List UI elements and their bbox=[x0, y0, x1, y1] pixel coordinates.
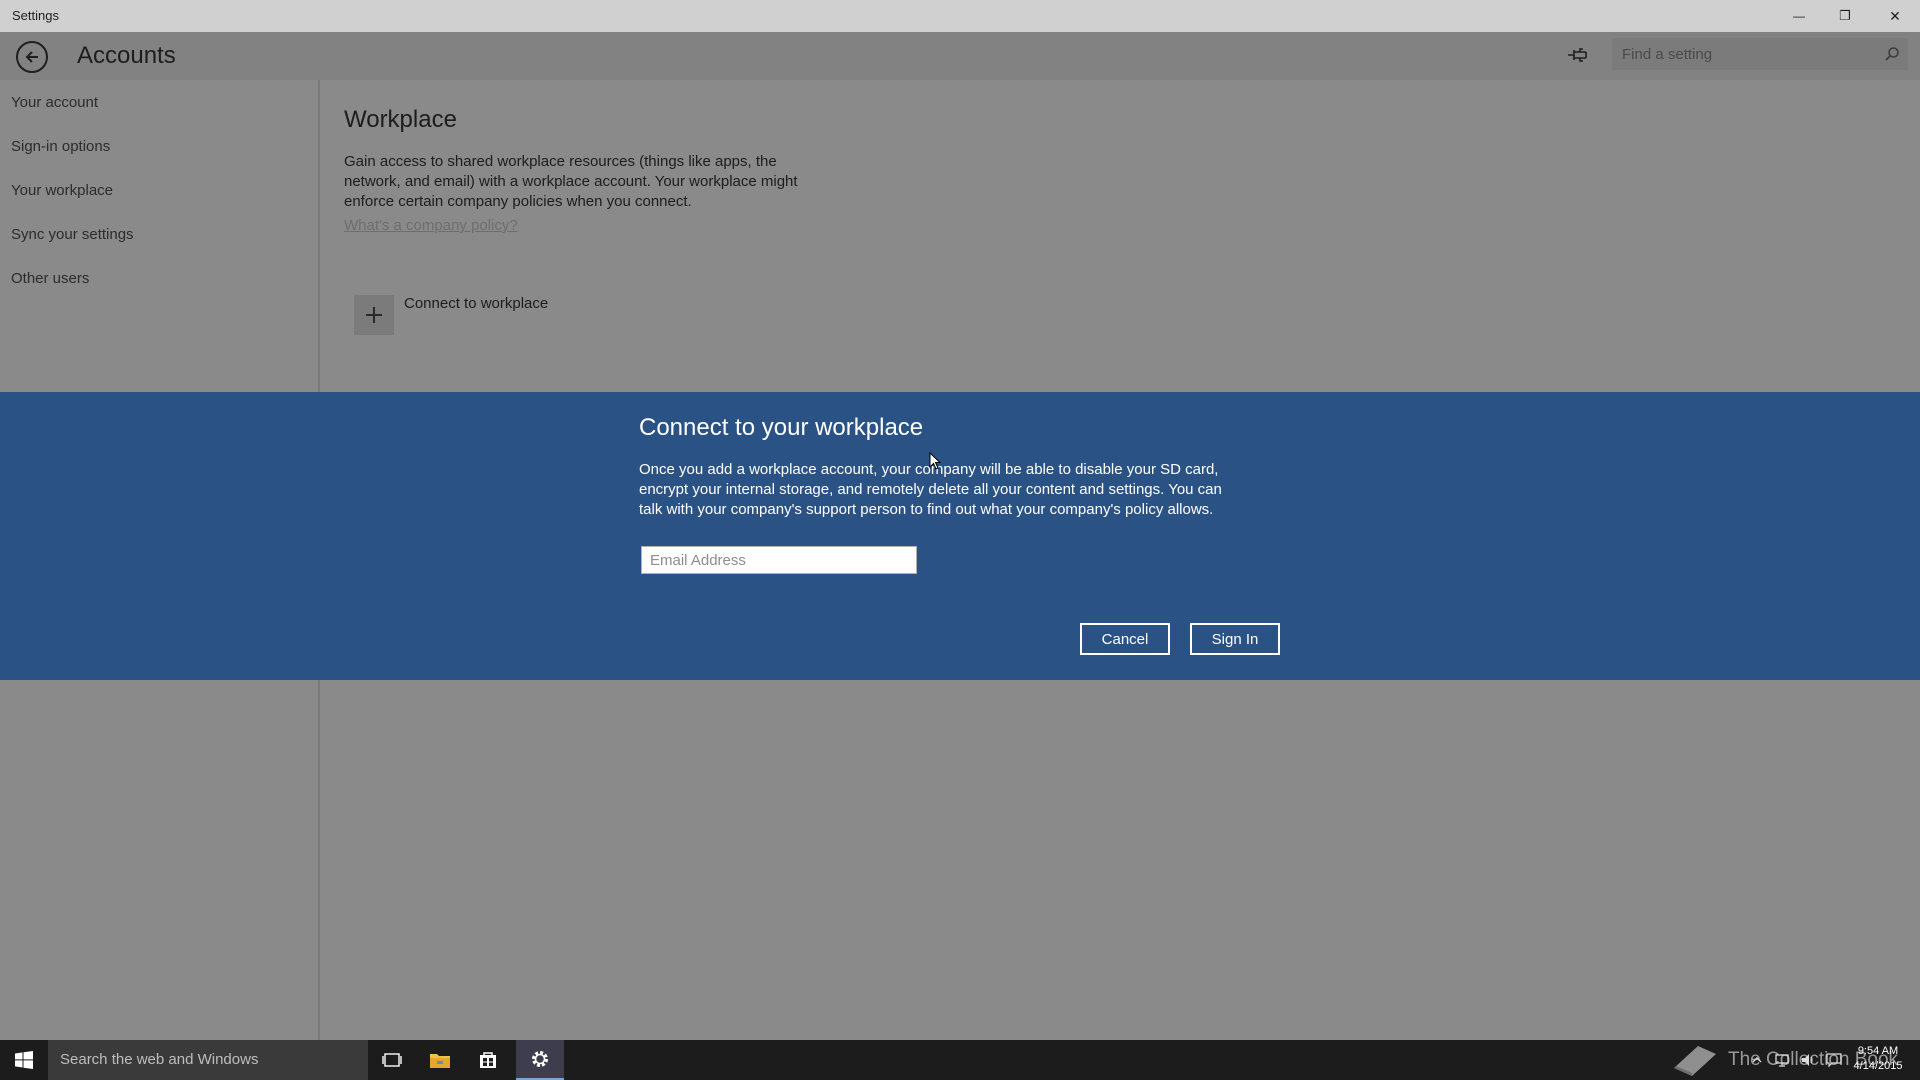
taskbar: Search the web and Windows The Collectio… bbox=[0, 1040, 1920, 1080]
clock-time: 9:54 AM bbox=[1857, 1045, 1899, 1057]
windows-logo-icon bbox=[15, 1051, 33, 1069]
restore-icon: ❐ bbox=[1839, 8, 1851, 23]
store-icon bbox=[480, 1052, 496, 1068]
back-arrow-icon bbox=[25, 51, 38, 63]
restore-button[interactable]: ❐ bbox=[1822, 0, 1868, 32]
minimize-icon: — bbox=[1793, 9, 1805, 23]
plus-icon bbox=[366, 307, 382, 323]
company-policy-link[interactable]: What's a company policy? bbox=[344, 217, 518, 234]
book-icon bbox=[1674, 1046, 1716, 1076]
taskbar-search-box[interactable]: Search the web and Windows bbox=[48, 1040, 368, 1080]
clock-date: 4/14/2015 bbox=[1853, 1060, 1903, 1072]
volume-icon[interactable] bbox=[1800, 1052, 1816, 1068]
search-icon[interactable] bbox=[1884, 46, 1900, 62]
workplace-description: Gain access to shared workplace resource… bbox=[344, 153, 798, 210]
close-icon: ✕ bbox=[1889, 7, 1901, 24]
sidebar-item-your-account[interactable]: Your account bbox=[11, 94, 98, 111]
taskbar-search-text: Search the web and Windows bbox=[60, 1051, 259, 1068]
settings-header: Accounts bbox=[0, 32, 1920, 80]
dialog-title: Connect to your workplace bbox=[639, 414, 924, 441]
network-icon[interactable] bbox=[1774, 1052, 1790, 1068]
sign-in-button[interactable]: Sign In bbox=[1190, 623, 1280, 655]
connect-workplace-dialog: Connect to your workplace Once you add a… bbox=[0, 392, 1920, 680]
minimize-button[interactable]: — bbox=[1776, 0, 1822, 32]
settings-taskbar-button[interactable] bbox=[516, 1040, 564, 1080]
plus-tile bbox=[354, 295, 394, 335]
email-field[interactable] bbox=[641, 546, 917, 574]
settings-icon bbox=[532, 1051, 548, 1067]
connect-to-workplace-button[interactable]: Connect to workplace bbox=[354, 295, 548, 335]
start-button[interactable] bbox=[0, 1040, 48, 1080]
sidebar-item-sync-settings[interactable]: Sync your settings bbox=[11, 226, 134, 243]
close-button[interactable]: ✕ bbox=[1872, 0, 1918, 32]
taskbar-clock[interactable]: 9:54 AM 4/14/2015 bbox=[1848, 1044, 1908, 1074]
store-button[interactable] bbox=[464, 1040, 512, 1080]
file-explorer-icon bbox=[430, 1054, 450, 1068]
connect-label: Connect to workplace bbox=[404, 295, 549, 312]
task-view-button[interactable] bbox=[368, 1040, 416, 1080]
back-button[interactable] bbox=[16, 41, 48, 73]
search-input[interactable] bbox=[1612, 38, 1872, 70]
section-title: Workplace bbox=[344, 106, 457, 133]
search-box[interactable] bbox=[1612, 38, 1908, 70]
pin-icon[interactable] bbox=[1566, 45, 1590, 65]
sidebar-item-other-users[interactable]: Other users bbox=[11, 270, 89, 287]
file-explorer-button[interactable] bbox=[416, 1040, 464, 1080]
system-tray bbox=[1750, 1040, 1842, 1080]
cancel-button[interactable]: Cancel bbox=[1080, 623, 1170, 655]
action-center-icon[interactable] bbox=[1826, 1052, 1842, 1068]
sidebar-item-your-workplace[interactable]: Your workplace bbox=[11, 182, 113, 199]
sidebar-item-sign-in-options[interactable]: Sign-in options bbox=[11, 138, 110, 155]
title-bar: Settings — ❐ ✕ bbox=[0, 0, 1920, 32]
chevron-up-icon[interactable] bbox=[1750, 1053, 1764, 1067]
task-view-icon bbox=[382, 1053, 402, 1067]
mouse-cursor-icon bbox=[929, 452, 941, 470]
page-title: Accounts bbox=[77, 42, 176, 69]
window-title: Settings bbox=[12, 8, 59, 23]
